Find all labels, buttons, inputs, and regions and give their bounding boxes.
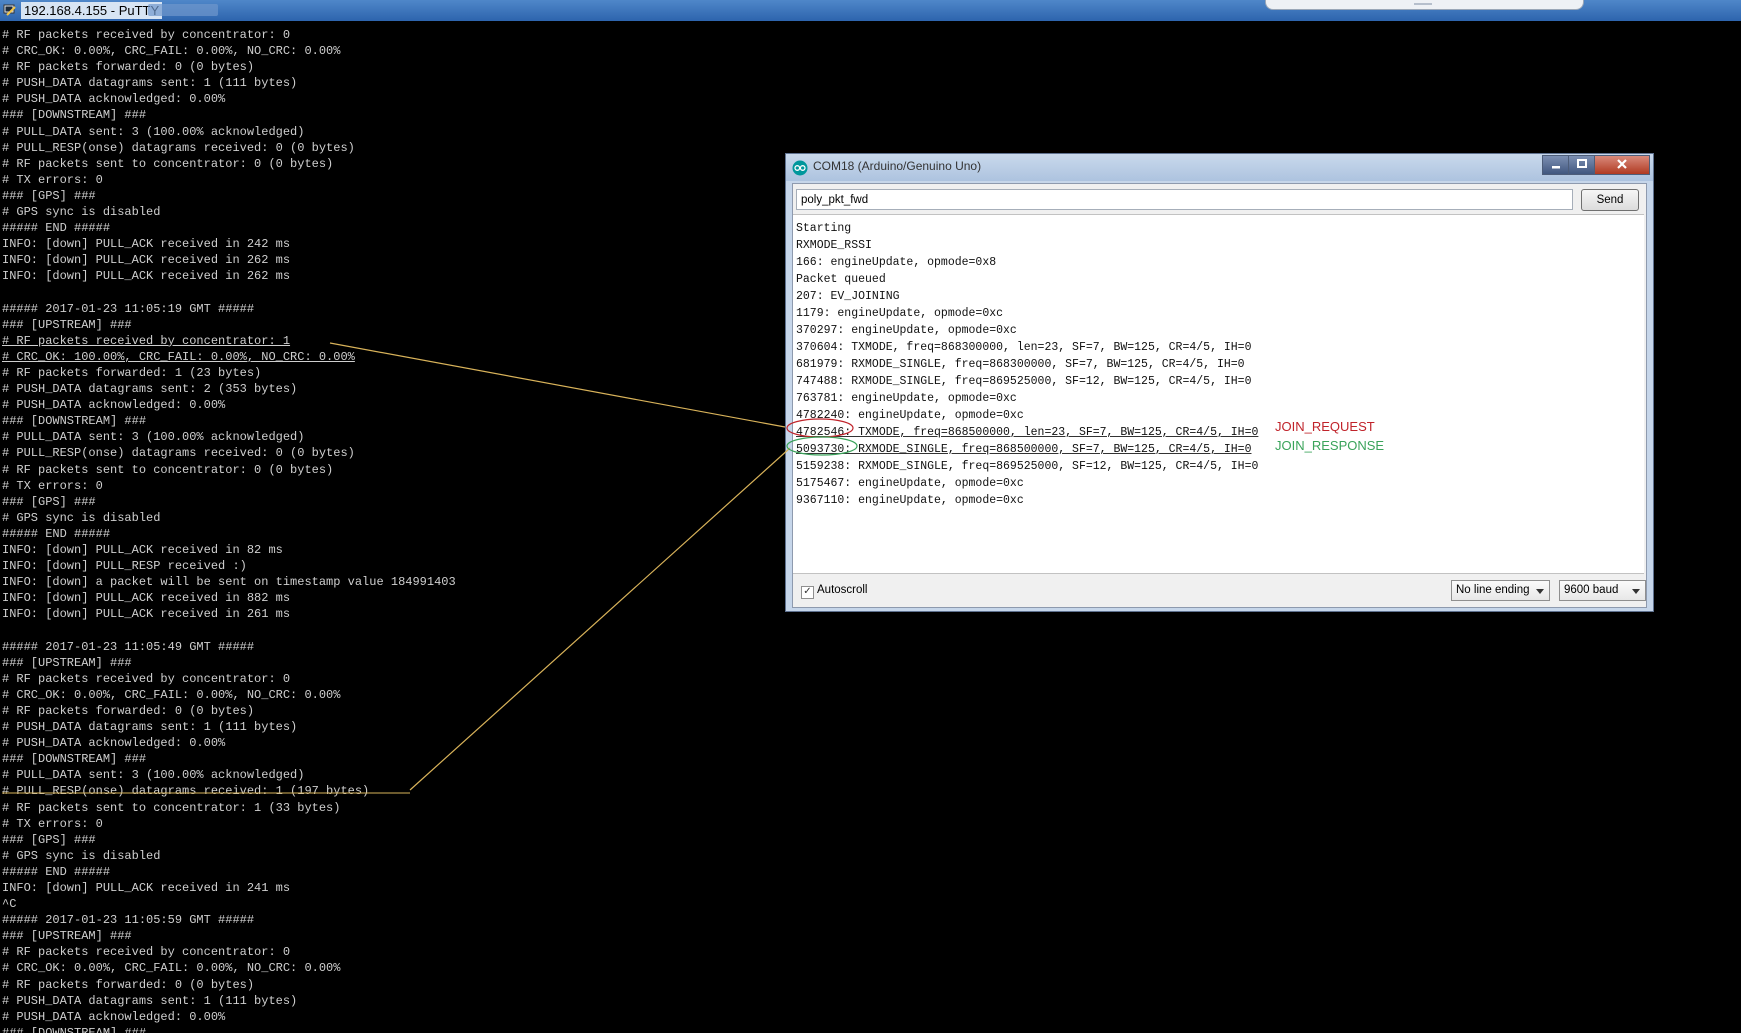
terminal-line: # PUSH_DATA acknowledged: 0.00%	[2, 1009, 226, 1024]
top-edge-tab[interactable]	[1265, 0, 1584, 10]
serial-output-line: 747488: RXMODE_SINGLE, freq=869525000, S…	[796, 375, 1252, 388]
terminal-line: # CRC_OK: 0.00%, CRC_FAIL: 0.00%, NO_CRC…	[2, 687, 341, 702]
chevron-down-icon	[1632, 589, 1640, 594]
terminal-line: ### [UPSTREAM] ###	[2, 929, 132, 944]
terminal-line: # PUSH_DATA acknowledged: 0.00%	[2, 92, 226, 107]
terminal-line: # CRC_OK: 0.00%, CRC_FAIL: 0.00%, NO_CRC…	[2, 961, 341, 976]
terminal-line: # TX errors: 0	[2, 816, 103, 831]
terminal-line: # PULL_DATA sent: 3 (100.00% acknowledge…	[2, 124, 305, 139]
maximize-icon	[1577, 159, 1587, 168]
close-icon	[1617, 159, 1627, 169]
terminal-line: # RF packets forwarded: 0 (0 bytes)	[2, 977, 255, 992]
send-button[interactable]: Send	[1581, 189, 1639, 211]
grip-icon	[1414, 3, 1432, 5]
terminal-line: # GPS sync is disabled	[2, 848, 161, 863]
serial-output-line: 370297: engineUpdate, opmode=0xc	[796, 324, 1017, 337]
serial-output[interactable]: Starting RXMODE_RSSI 166: engineUpdate, op…	[793, 214, 1644, 574]
line-ending-select[interactable]: No line ending	[1451, 580, 1550, 601]
terminal-line: INFO: [down] PULL_ACK received in 241 ms	[2, 880, 291, 895]
terminal-line: # PUSH_DATA acknowledged: 0.00%	[2, 736, 226, 751]
arduino-icon	[792, 160, 808, 176]
serial-monitor-window: COM18 (Arduino/Genuino Uno) Send Startin…	[785, 153, 1654, 612]
serial-output-line: 9367110: engineUpdate, opmode=0xc	[796, 494, 1024, 507]
serial-monitor-titlebar[interactable]: COM18 (Arduino/Genuino Uno)	[786, 154, 1653, 181]
terminal-line: # PULL_DATA sent: 3 (100.00% acknowledge…	[2, 768, 305, 783]
serial-output-line: 4782546: TXMODE, freq=868500000, len=23,…	[796, 426, 1259, 439]
window-title: 192.168.4.155 - PuTTY	[21, 2, 163, 19]
baud-rate-select[interactable]: 9600 baud	[1559, 580, 1646, 601]
chevron-down-icon	[1536, 589, 1544, 594]
serial-output-line: Starting	[796, 222, 852, 235]
terminal-line: ### [DOWNSTREAM] ###	[2, 752, 147, 767]
maximize-button[interactable]	[1568, 155, 1596, 175]
serial-output-line: 5175467: engineUpdate, opmode=0xc	[796, 477, 1024, 490]
serial-output-lines: Starting RXMODE_RSSI 166: engineUpdate, op…	[796, 220, 1258, 509]
serial-output-line: 166: engineUpdate, opmode=0x8	[796, 256, 997, 269]
minimize-button[interactable]	[1542, 155, 1570, 175]
baud-rate-value: 9600 baud	[1564, 584, 1619, 596]
serial-output-line: 4782240: engineUpdate, opmode=0xc	[796, 409, 1024, 422]
serial-monitor-body: Send Starting RXMODE_RSSI 166: engineUpdat…	[792, 183, 1647, 608]
terminal-line: # PUSH_DATA datagrams sent: 1 (111 bytes…	[2, 720, 298, 735]
terminal-line: ##### END #####	[2, 864, 111, 879]
serial-output-line: 681979: RXMODE_SINGLE, freq=868300000, S…	[796, 358, 1245, 371]
join-request-label: JOIN_REQUEST	[1275, 419, 1375, 434]
serial-output-line: 763781: engineUpdate, opmode=0xc	[796, 392, 1017, 405]
terminal-line: # PULL_RESP(onse) datagrams received: 1 …	[2, 784, 370, 799]
terminal-line: # CRC_OK: 0.00%, CRC_FAIL: 0.00%, NO_CRC…	[2, 44, 341, 59]
join-response-label: JOIN_RESPONSE	[1275, 438, 1385, 453]
serial-input[interactable]	[796, 189, 1573, 210]
serial-output-line: 207: EV_JOINING	[796, 290, 900, 303]
terminal-line: # RF packets forwarded: 0 (0 bytes)	[2, 703, 255, 718]
terminal-line: # PUSH_DATA datagrams sent: 1 (111 bytes…	[2, 993, 298, 1008]
autoscroll-label: Autoscroll	[817, 584, 868, 596]
serial-output-line: 5159238: RXMODE_SINGLE, freq=869525000, …	[796, 460, 1259, 473]
autoscroll-checkbox[interactable]: ✓	[801, 586, 814, 599]
terminal-line: # PUSH_DATA datagrams sent: 1 (111 bytes…	[2, 76, 298, 91]
serial-output-line: RXMODE_RSSI	[796, 239, 872, 252]
line-ending-value: No line ending	[1456, 584, 1530, 596]
terminal-line: ### [UPSTREAM] ###	[2, 655, 132, 670]
serial-output-line: Packet queued	[796, 273, 886, 286]
putty-icon	[3, 4, 16, 16]
terminal-line: # RF packets received by concentrator: 0	[2, 671, 291, 686]
terminal-line: # RF packets received by concentrator: 0	[2, 28, 291, 42]
serial-monitor-title: COM18 (Arduino/Genuino Uno)	[813, 159, 982, 173]
terminal-line: # RF packets sent to concentrator: 1 (33…	[2, 800, 341, 815]
minimize-icon	[1552, 166, 1560, 169]
terminal-line: # RF packets received by concentrator: 0	[2, 945, 291, 960]
serial-output-line: 5093730: RXMODE_SINGLE, freq=868500000, …	[796, 443, 1252, 456]
terminal-line: ##### 2017-01-23 11:05:59 GMT #####	[2, 913, 255, 928]
terminal-line: ##### 2017-01-23 11:05:49 GMT #####	[2, 639, 255, 654]
terminal-line: ### [GPS] ###	[2, 832, 96, 847]
serial-monitor-footer: ✓ Autoscroll No line ending 9600 baud	[793, 573, 1646, 607]
terminal-line: ### [DOWNSTREAM] ###	[2, 108, 147, 123]
close-button[interactable]	[1594, 155, 1650, 175]
terminal-line: # RF packets forwarded: 0 (0 bytes)	[2, 60, 255, 75]
blurred-title-suffix	[148, 4, 218, 16]
terminal-line: ^C	[2, 897, 17, 912]
serial-output-line: 370604: TXMODE, freq=868300000, len=23, …	[796, 341, 1252, 354]
serial-output-line: 1179: engineUpdate, opmode=0xc	[796, 307, 1004, 320]
terminal-line: ### [DOWNSTREAM] ###	[2, 1025, 147, 1033]
